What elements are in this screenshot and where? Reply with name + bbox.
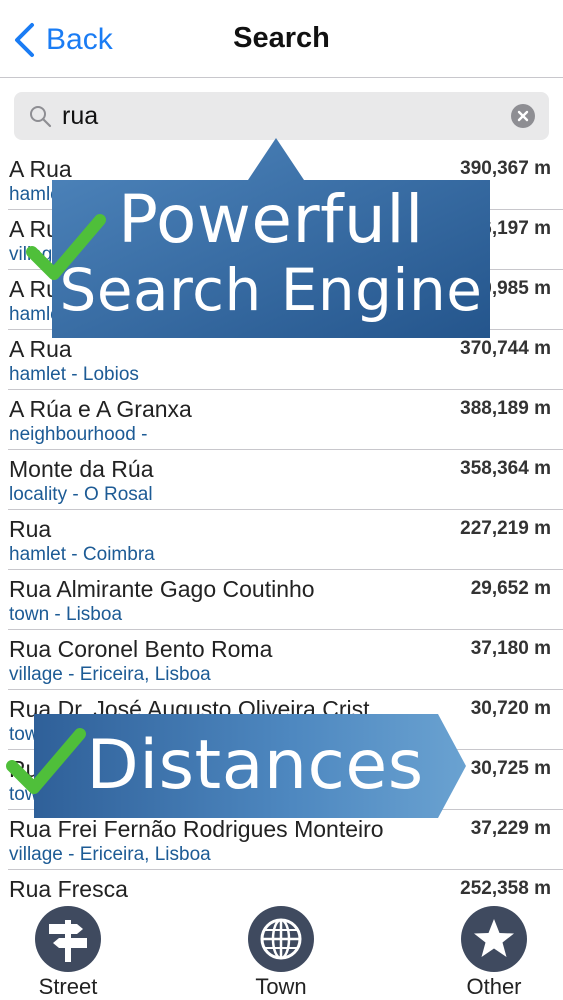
tab-town-label: Town <box>255 974 307 999</box>
result-subtitle: locality - O Rosal <box>9 484 153 505</box>
result-distance: 30,720 m <box>470 698 551 719</box>
list-item[interactable]: Rua Almirante Gago Coutinho town - Lisbo… <box>8 570 563 630</box>
signpost-icon <box>49 920 87 962</box>
tab-other[interactable]: Other <box>434 904 554 1000</box>
checkmark-icon <box>6 728 86 794</box>
result-name: Rua Fresca <box>9 876 128 902</box>
distances-banner: Distances <box>32 712 468 820</box>
result-subtitle: village - Ericeira, Lisboa <box>9 664 211 685</box>
search-banner-line2: Search Engine <box>59 256 483 324</box>
tab-other-label: Other <box>466 974 522 999</box>
list-item[interactable]: Rua hamlet - Coimbra 227,219 m <box>8 510 563 570</box>
result-distance: 388,189 m <box>460 398 551 419</box>
result-distance: 37,180 m <box>470 638 551 659</box>
search-bar <box>14 92 549 140</box>
result-distance: 227,219 m <box>460 518 551 539</box>
result-name: A Rua <box>9 336 72 362</box>
distances-banner-text: Distances <box>86 726 424 805</box>
nav-bar: Back Search <box>0 0 563 78</box>
tab-other-circle <box>461 906 527 972</box>
search-engine-banner: Powerfull Search Engine <box>50 136 492 340</box>
result-distance: 252,358 m <box>460 878 551 899</box>
clear-search-button[interactable] <box>511 104 535 128</box>
tab-street-circle <box>35 906 101 972</box>
page-title: Search <box>233 22 330 54</box>
list-item[interactable]: Monte da Rúa locality - O Rosal 358,364 … <box>8 450 563 510</box>
tab-town[interactable]: Town <box>221 904 341 1000</box>
result-name: Rua Frei Fernão Rodrigues Monteiro <box>9 816 384 842</box>
tab-town-circle <box>248 906 314 972</box>
result-distance: 358,364 m <box>460 458 551 479</box>
search-banner-line1: Powerfull <box>118 181 424 258</box>
result-subtitle: village - Ericeira, Lisboa <box>9 844 211 865</box>
result-distance: 30,725 m <box>470 758 551 779</box>
result-distance: 370,744 m <box>460 338 551 359</box>
tab-street[interactable]: Street <box>8 904 128 1000</box>
close-icon <box>517 110 529 122</box>
result-subtitle: town - Lisboa <box>9 604 123 625</box>
checkmark-icon <box>26 214 106 280</box>
result-name: Monte da Rúa <box>9 456 154 482</box>
list-item[interactable]: Rua Coronel Bento Roma village - Ericeir… <box>8 630 563 690</box>
tab-bar: Street Town Other <box>0 900 563 1000</box>
result-distance: 29,652 m <box>470 578 551 599</box>
result-distance: 37,229 m <box>470 818 551 839</box>
result-name: A Rúa e A Granxa <box>9 396 192 422</box>
search-input[interactable] <box>62 98 492 134</box>
list-item[interactable]: A Rúa e A Granxa neighbourhood - 388,189… <box>8 390 563 450</box>
star-icon <box>474 919 514 957</box>
result-subtitle: neighbourhood - <box>9 424 148 445</box>
search-icon <box>30 106 52 128</box>
result-name: Rua <box>9 516 52 542</box>
tab-street-label: Street <box>38 974 98 999</box>
result-subtitle: hamlet - Lobios <box>9 364 139 385</box>
result-name: Rua Coronel Bento Roma <box>9 636 273 662</box>
result-subtitle: hamlet - Coimbra <box>9 544 155 565</box>
globe-icon <box>260 918 302 960</box>
result-name: Rua Almirante Gago Coutinho <box>9 576 315 602</box>
